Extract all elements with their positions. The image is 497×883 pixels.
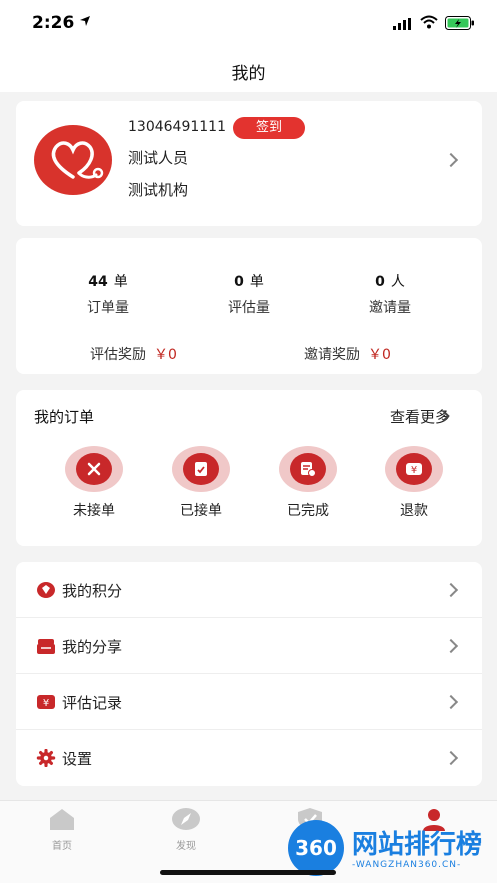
chevron-right-icon (443, 638, 459, 654)
assessment-count-value: 0 (234, 274, 244, 290)
tab-label: 首页 (52, 841, 72, 852)
order-status-label: 未接单 (73, 503, 115, 519)
chevron-right-icon (443, 152, 459, 168)
home-indicator (160, 870, 336, 875)
signal-icon (393, 18, 411, 30)
phone-number: 13046491111 (128, 119, 226, 135)
user-name: 测试人员 (128, 149, 189, 167)
invite-reward: 邀请奖励 ￥0 (304, 344, 391, 364)
menu-list: 我的积分 我的分享 ¥ 评估记录 设置 (16, 562, 482, 786)
invite-count-label: 邀请量 (369, 300, 411, 316)
assessment-count-unit: 单 (249, 274, 264, 290)
tab-discover[interactable]: 发现 (156, 807, 216, 852)
compass-icon (172, 808, 200, 830)
invite-count[interactable]: 0人 (330, 271, 450, 291)
stats-card: 44 单 订单量 0单 评估量 0人 邀请量 评估奖励 ￥0 邀请奖励 ￥0 (16, 238, 482, 374)
menu-item-records[interactable]: ¥ 评估记录 (16, 674, 482, 730)
menu-item-label: 评估记录 (62, 694, 123, 712)
home-icon (50, 809, 74, 830)
order-count[interactable]: 44 单 (48, 271, 168, 291)
assessment-reward-value: ￥0 (154, 347, 177, 363)
menu-item-points[interactable]: 我的积分 (16, 562, 482, 618)
status-bar: 2:26 (0, 0, 497, 48)
menu-item-label: 我的积分 (62, 582, 123, 600)
location-arrow-icon (80, 16, 90, 26)
orders-title: 我的订单 (34, 408, 95, 426)
assessment-reward: 评估奖励 ￥0 (90, 344, 177, 364)
gear-icon (36, 749, 56, 767)
org-name: 测试机构 (128, 181, 189, 199)
watermark-title: 网站排行榜 (352, 830, 483, 860)
watermark-badge: 360 (288, 820, 344, 876)
share-icon (37, 639, 55, 654)
points-icon (37, 582, 55, 598)
battery-icon (445, 16, 474, 30)
invite-count-value: 0 (375, 274, 385, 290)
menu-item-settings[interactable]: 设置 (16, 730, 482, 786)
chevron-right-icon (443, 694, 459, 710)
tab-home[interactable]: 首页 (32, 807, 92, 852)
chevron-right-icon (443, 750, 459, 766)
invite-reward-value: ￥0 (368, 347, 391, 363)
order-status-unaccepted[interactable]: 未接单 (59, 446, 129, 520)
profile-card[interactable]: 13046491111 签到 测试人员 测试机构 (16, 101, 482, 226)
invite-count-unit: 人 (390, 274, 405, 290)
order-status-accepted[interactable]: 已接单 (166, 446, 236, 520)
x-icon (76, 453, 112, 485)
orders-card: 我的订单 查看更多 未接单 已接单 已完成 ¥ 退款 (16, 390, 482, 546)
svg-text:¥: ¥ (411, 465, 417, 476)
order-status-refund[interactable]: ¥ 退款 (379, 446, 449, 520)
menu-item-label: 我的分享 (62, 638, 123, 656)
doc-icon (183, 453, 219, 485)
order-status-label: 已接单 (180, 503, 222, 519)
svg-text:¥: ¥ (43, 698, 49, 709)
watermark-subtitle: -WANGZHAN360.CN- (352, 860, 462, 870)
record-icon: ¥ (37, 695, 55, 709)
checkin-button[interactable]: 签到 (233, 117, 305, 139)
status-time: 2:26 (32, 13, 75, 33)
order-count-unit: 单 (113, 274, 128, 290)
menu-item-share[interactable]: 我的分享 (16, 618, 482, 674)
assessment-count-label: 评估量 (228, 300, 270, 316)
assessment-reward-label: 评估奖励 (90, 347, 146, 363)
order-status-label: 已完成 (287, 503, 329, 519)
chevron-right-icon (443, 582, 459, 598)
wifi-icon (420, 15, 438, 29)
yen-icon: ¥ (396, 453, 432, 485)
avatar[interactable] (34, 125, 112, 195)
order-status-completed[interactable]: 已完成 (273, 446, 343, 520)
order-count-label: 订单量 (87, 300, 129, 316)
tab-label: 发现 (176, 841, 196, 852)
page-title: 我的 (231, 64, 266, 84)
nav-bar: 我的 (0, 48, 497, 92)
menu-item-label: 设置 (62, 750, 93, 768)
done-icon (290, 453, 326, 485)
order-status-label: 退款 (400, 503, 428, 519)
order-count-value: 44 (88, 274, 108, 290)
assessment-count[interactable]: 0单 (189, 271, 309, 291)
invite-reward-label: 邀请奖励 (304, 347, 360, 363)
